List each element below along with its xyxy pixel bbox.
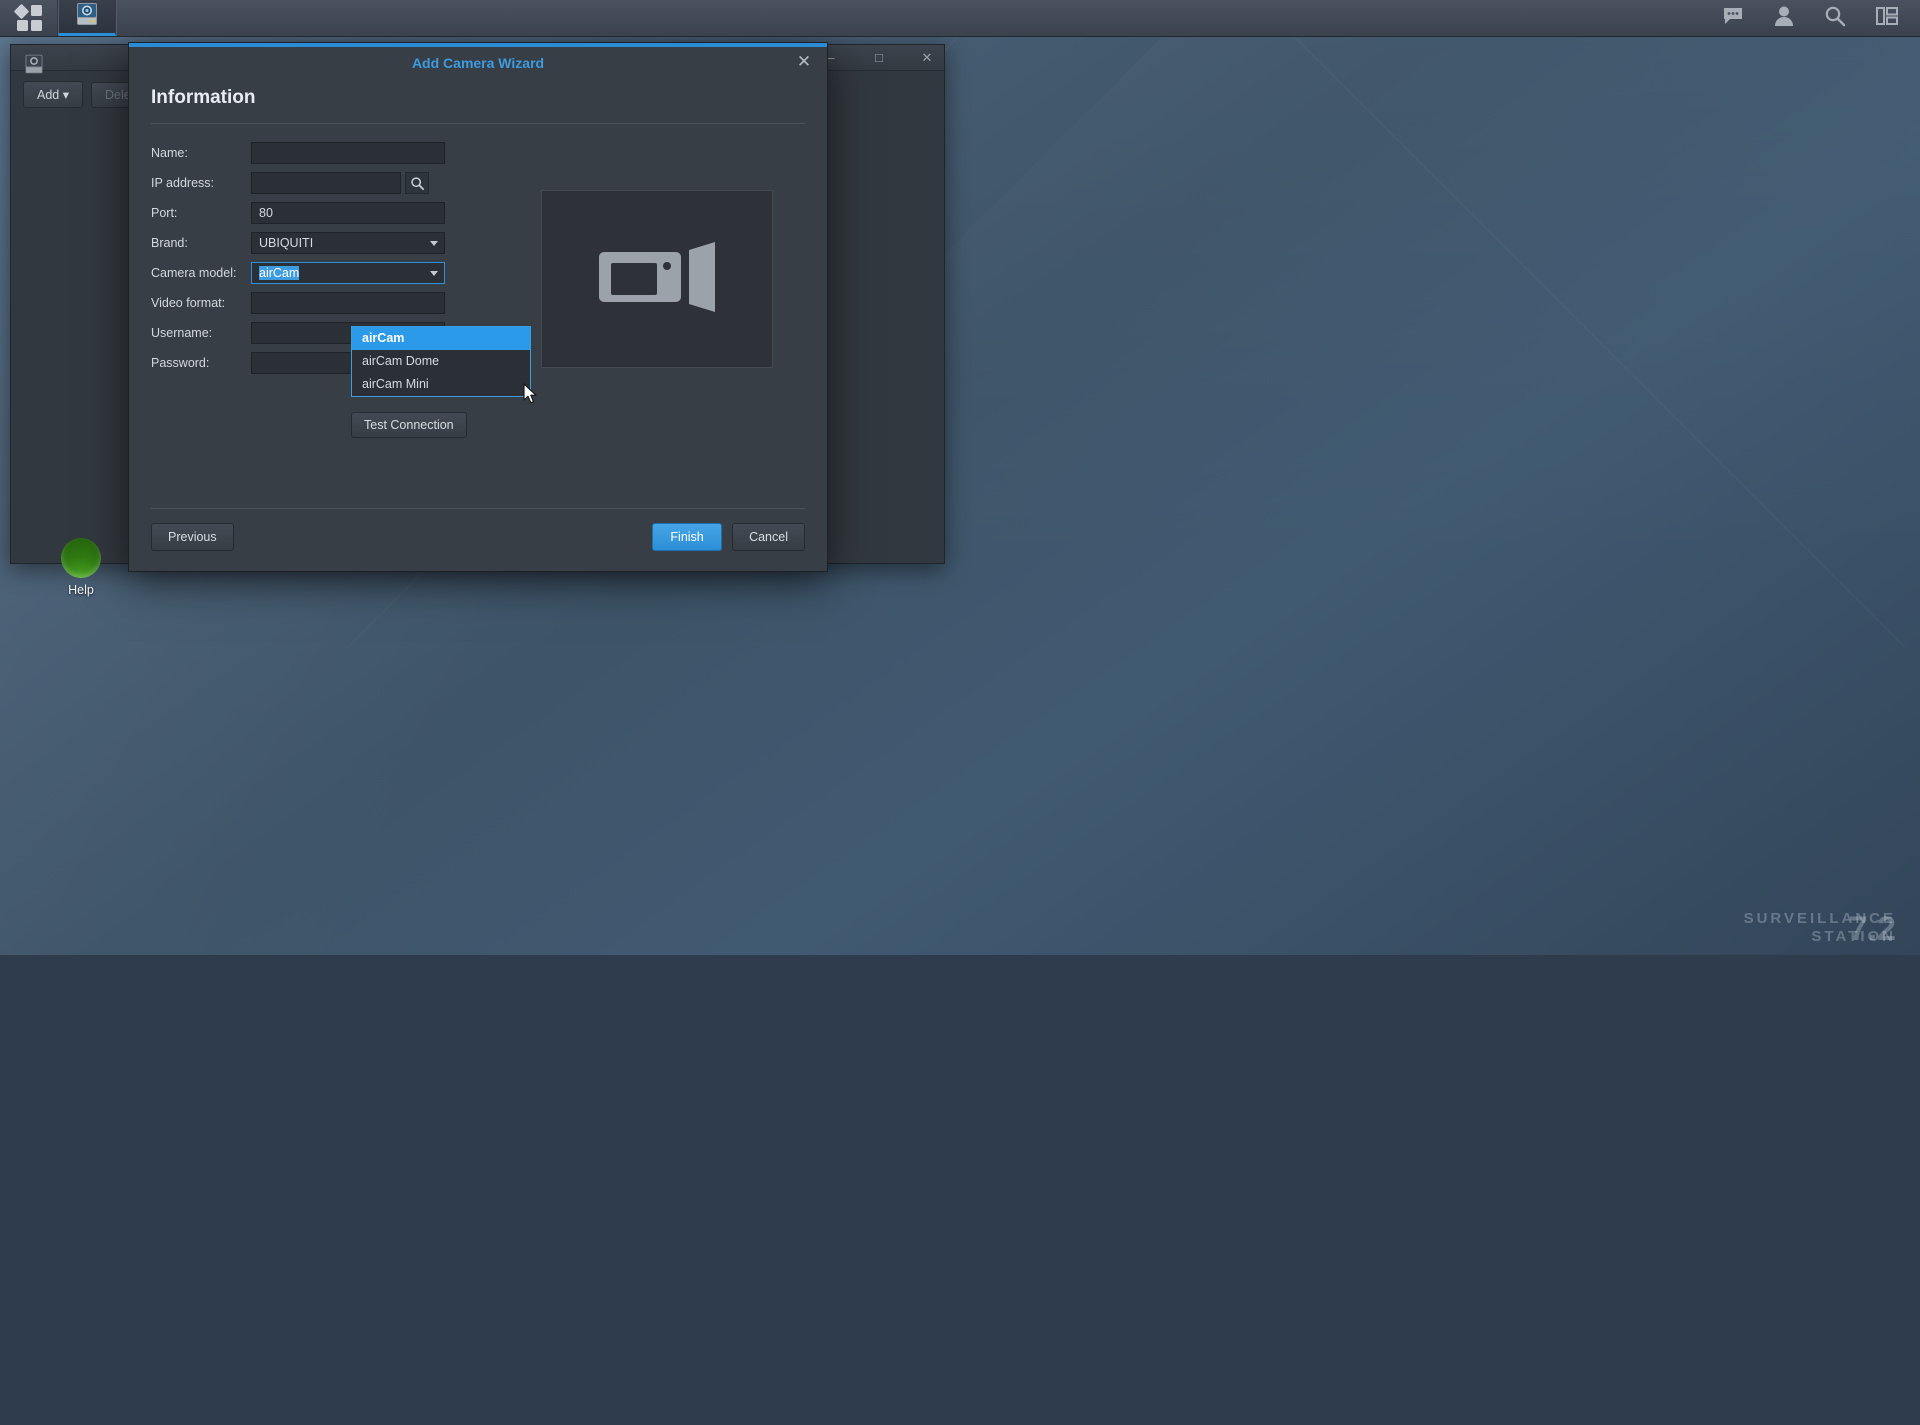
taskbar-spacer [116, 0, 1722, 36]
camera-model-dropdown-list[interactable]: airCam airCam Dome airCam Mini [351, 326, 531, 397]
add-button-label: Add [37, 88, 59, 102]
magnifier-icon[interactable] [405, 172, 429, 194]
chevron-down-icon [430, 271, 438, 276]
window-maximize-button[interactable]: □ [868, 50, 890, 65]
port-input[interactable] [251, 202, 445, 224]
name-input[interactable] [251, 142, 445, 164]
camera-model-select-value: airCam [259, 266, 299, 280]
name-label: Name: [151, 146, 251, 160]
video-camera-icon [597, 242, 717, 317]
layout-panels-icon[interactable] [1876, 6, 1898, 31]
previous-button[interactable]: Previous [151, 523, 234, 551]
window-close-button[interactable]: ✕ [916, 50, 938, 66]
dialog-title: Add Camera Wizard [412, 55, 544, 71]
search-icon[interactable] [1824, 5, 1846, 32]
dropdown-option-aircam[interactable]: airCam [352, 327, 530, 350]
chevron-down-icon: ▾ [63, 88, 69, 102]
ip-address-label: IP address: [151, 176, 251, 190]
page-title: Information [129, 79, 827, 123]
dialog-titlebar: Add Camera Wizard ✕ [129, 47, 827, 79]
port-label: Port: [151, 206, 251, 220]
surveillance-camera-icon [74, 1, 100, 32]
dropdown-option-aircam-dome[interactable]: airCam Dome [352, 350, 530, 373]
video-format-label: Video format: [151, 296, 251, 310]
watermark-version: 7.2 [1849, 910, 1896, 949]
help-desktop-icon[interactable]: Help [46, 538, 116, 597]
dialog-footer: Previous Finish Cancel [129, 509, 827, 565]
help-orb-icon [61, 538, 101, 578]
camera-model-select[interactable]: airCam [251, 262, 445, 284]
taskbar [0, 0, 1920, 37]
username-label: Username: [151, 326, 251, 340]
ip-address-input[interactable] [251, 172, 401, 194]
chat-bubble-icon[interactable] [1722, 5, 1744, 32]
brand-label: Brand: [151, 236, 251, 250]
chevron-down-icon [430, 241, 438, 246]
camera-preview-panel [541, 190, 773, 368]
video-format-select[interactable] [251, 292, 445, 314]
brand-select-value: UBIQUITI [259, 236, 313, 250]
dialog-body: Name: IP address: Port: Brand: UBIQUITI [129, 124, 827, 508]
test-connection-button[interactable]: Test Connection [351, 412, 467, 438]
cancel-button[interactable]: Cancel [732, 523, 805, 551]
close-icon[interactable]: ✕ [793, 51, 815, 73]
squares-grid-icon [16, 5, 42, 31]
brand-select[interactable]: UBIQUITI [251, 232, 445, 254]
taskbar-status-area [1722, 0, 1920, 36]
taskbar-surveillance-station-button[interactable] [58, 0, 116, 36]
help-icon-label: Help [46, 583, 116, 597]
surveillance-camera-icon [23, 53, 45, 75]
camera-model-label: Camera model: [151, 266, 251, 280]
finish-button[interactable]: Finish [652, 523, 722, 551]
password-label: Password: [151, 356, 251, 370]
form-row-name: Name: [151, 140, 805, 166]
dropdown-option-aircam-mini[interactable]: airCam Mini [352, 373, 530, 396]
taskbar-apps-button[interactable] [0, 0, 58, 36]
add-button[interactable]: Add ▾ [23, 81, 83, 108]
add-camera-wizard-dialog[interactable]: Add Camera Wizard ✕ Information Name: IP… [128, 42, 828, 572]
user-icon[interactable] [1774, 5, 1794, 32]
